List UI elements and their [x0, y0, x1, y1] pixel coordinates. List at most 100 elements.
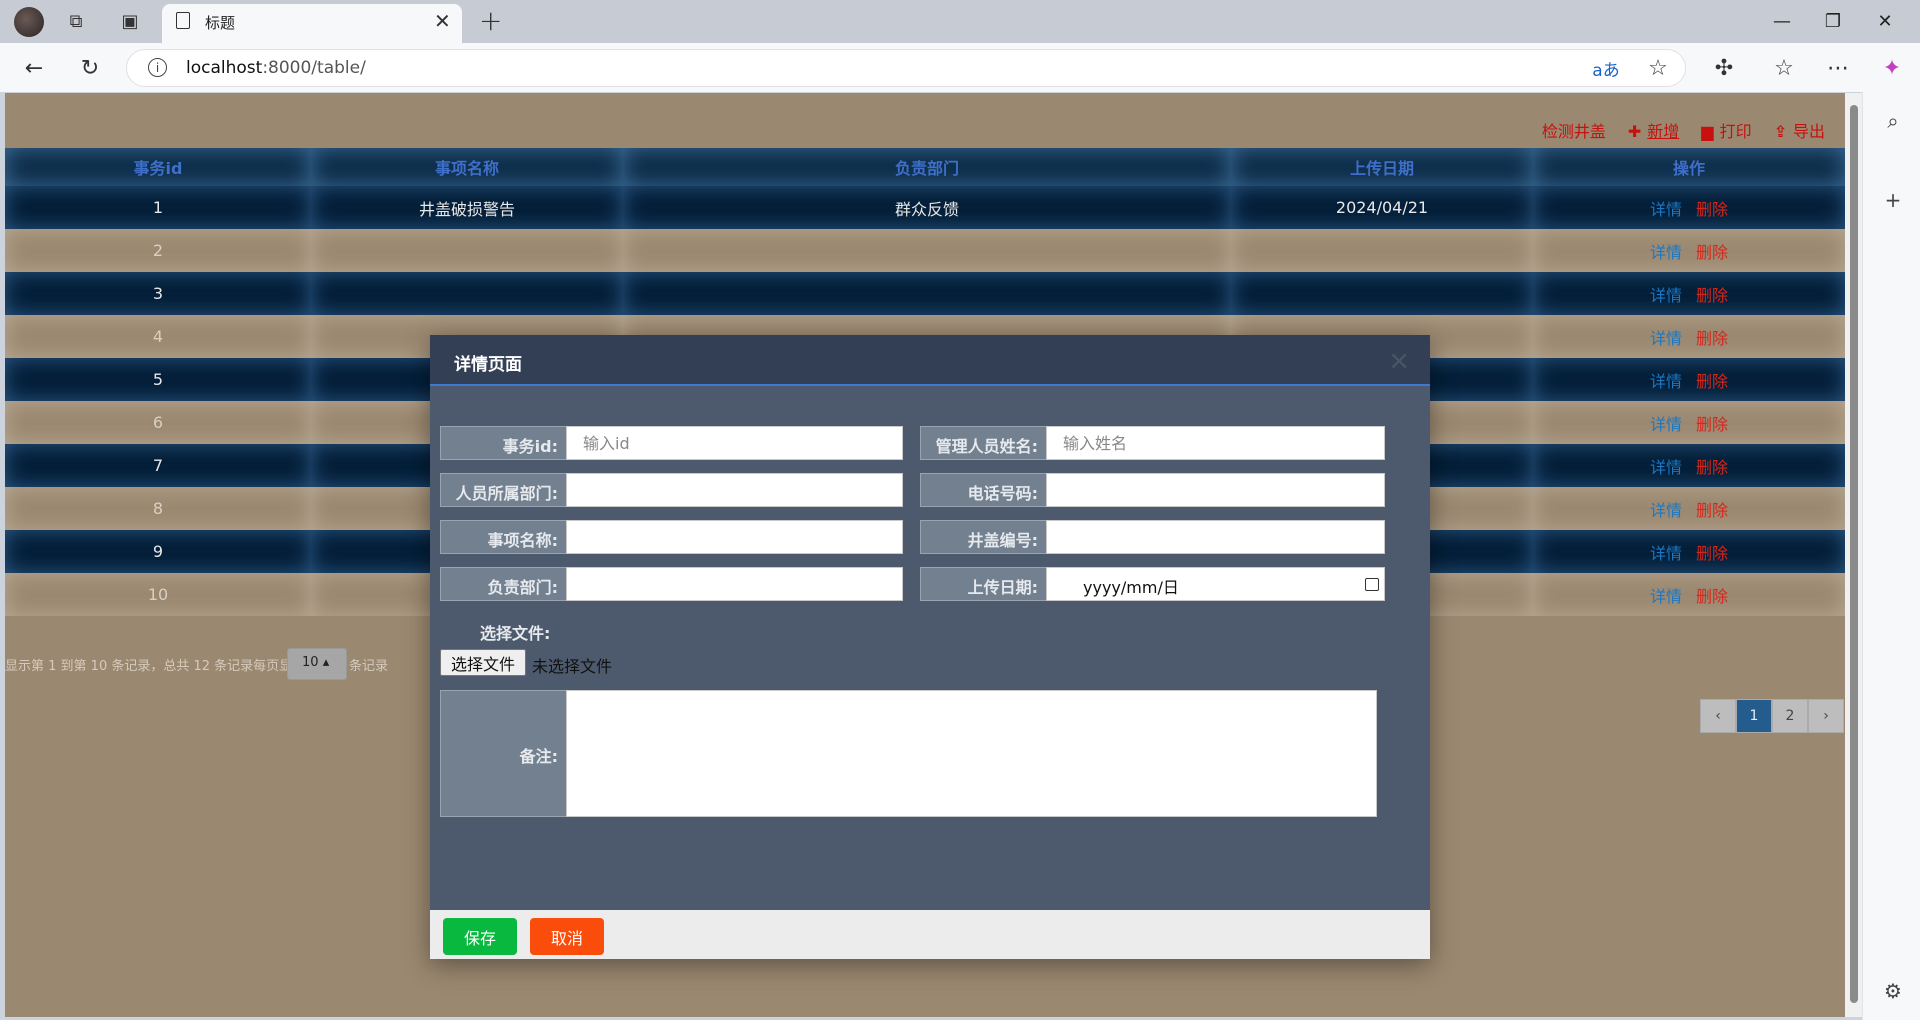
favorite-star-icon[interactable]: ☆	[1644, 54, 1672, 82]
favorites-icon[interactable]: ☆	[1770, 54, 1798, 82]
detail-link[interactable]: 详情	[1650, 501, 1682, 520]
cell-id: 8	[5, 487, 311, 530]
staff-dept-label: 人员所属部门:	[440, 473, 567, 507]
page-size-select[interactable]: 10 ▴	[287, 648, 347, 680]
no-file-text: 未选择文件	[532, 657, 613, 676]
window-close-icon[interactable]: ✕	[1860, 6, 1910, 36]
collections-icon[interactable]: ⧉	[64, 9, 88, 33]
col-header-id[interactable]: 事务id	[5, 148, 311, 186]
tab-actions-icon[interactable]: ▣	[118, 9, 142, 33]
cancel-button[interactable]: 取消	[530, 918, 604, 955]
export-button[interactable]: ⇪ 导出	[1774, 118, 1825, 142]
table-row: 1 井盖破损警告 群众反馈 2024/04/21 详情 删除	[5, 186, 1845, 229]
export-icon: ⇪	[1773, 122, 1787, 141]
manager-name-label: 管理人员姓名:	[920, 426, 1047, 460]
delete-link[interactable]: 删除	[1696, 200, 1728, 219]
col-header-date[interactable]: 上传日期	[1231, 148, 1533, 186]
staff-dept-input[interactable]	[566, 473, 903, 507]
page-button-2[interactable]: 2	[1772, 699, 1808, 733]
refresh-icon[interactable]: ↻	[76, 54, 104, 82]
dept-input[interactable]	[566, 567, 903, 601]
table-row: 3 详情 删除	[5, 272, 1845, 315]
extensions-icon[interactable]: ✣	[1710, 54, 1738, 82]
more-menu-icon[interactable]: ⋯	[1824, 54, 1852, 82]
cell-ops: 详情 删除	[1533, 487, 1845, 530]
tab-close-icon[interactable]: ✕	[434, 9, 451, 33]
detail-link[interactable]: 详情	[1650, 544, 1682, 563]
add-sidebar-icon[interactable]: +	[1880, 187, 1906, 213]
cell-dept: 群众反馈	[623, 186, 1231, 229]
cell-id: 4	[5, 315, 311, 358]
url-text[interactable]: localhost:8000/table/	[186, 58, 366, 78]
next-page-button[interactable]: ›	[1808, 699, 1844, 733]
cell-name: 井盖破损警告	[311, 186, 623, 229]
phone-input[interactable]	[1046, 473, 1385, 507]
save-button[interactable]: 保存	[443, 918, 517, 955]
tab-title: 标题	[205, 14, 236, 32]
cell-ops: 详情 删除	[1533, 272, 1845, 315]
cell-id: 1	[5, 186, 311, 229]
profile-avatar[interactable]	[14, 7, 44, 37]
scrollbar-thumb[interactable]	[1850, 105, 1858, 1003]
delete-link[interactable]: 删除	[1696, 501, 1728, 520]
cell-dept	[623, 272, 1231, 315]
delete-link[interactable]: 删除	[1696, 458, 1728, 477]
detail-link[interactable]: 详情	[1650, 286, 1682, 305]
cell-ops: 详情 删除	[1533, 444, 1845, 487]
cell-id: 2	[5, 229, 311, 272]
cell-ops: 详情 删除	[1533, 229, 1845, 272]
id-input[interactable]	[566, 426, 903, 460]
modal-title: 详情页面	[454, 355, 522, 375]
item-name-input[interactable]	[566, 520, 903, 554]
top-actions: 检测井盖 ✚ 新增 ▆ 打印 ⇪ 导出	[1542, 118, 1825, 142]
col-header-dept[interactable]: 负责部门	[623, 148, 1231, 186]
modal-close-icon[interactable]: ×	[1388, 346, 1410, 376]
pagination: ‹ 1 2 ›	[1700, 699, 1844, 733]
col-header-name[interactable]: 事项名称	[311, 148, 623, 186]
delete-link[interactable]: 删除	[1696, 544, 1728, 563]
manager-name-input[interactable]	[1046, 426, 1385, 460]
delete-link[interactable]: 删除	[1696, 372, 1728, 391]
read-aloud-icon[interactable]: aあ	[1592, 54, 1620, 82]
detail-link[interactable]: 详情	[1650, 243, 1682, 262]
dept-label: 负责部门:	[440, 567, 567, 601]
prev-page-button[interactable]: ‹	[1700, 699, 1736, 733]
site-info-icon[interactable]: i	[148, 58, 167, 77]
new-tab-icon[interactable]: +	[479, 4, 502, 37]
cover-number-input[interactable]	[1046, 520, 1385, 554]
note-textarea[interactable]	[566, 690, 1377, 817]
detail-link[interactable]: 详情	[1650, 200, 1682, 219]
copilot-icon[interactable]: ✦	[1878, 54, 1906, 82]
cell-name	[311, 229, 623, 272]
detail-link[interactable]: 详情	[1650, 458, 1682, 477]
print-button[interactable]: ▆ 打印	[1701, 118, 1751, 142]
table-row: 2 详情 删除	[5, 229, 1845, 272]
delete-link[interactable]: 删除	[1696, 415, 1728, 434]
cell-ops: 详情 删除	[1533, 573, 1845, 616]
add-button[interactable]: ✚ 新增	[1628, 118, 1679, 142]
back-icon[interactable]: ←	[20, 54, 48, 82]
delete-link[interactable]: 删除	[1696, 286, 1728, 305]
page-icon	[176, 12, 190, 29]
detail-link[interactable]: 详情	[1650, 587, 1682, 606]
detail-link[interactable]: 详情	[1650, 329, 1682, 348]
calendar-icon[interactable]	[1365, 578, 1379, 591]
col-header-ops: 操作	[1533, 148, 1845, 186]
date-placeholder: yyyy/mm/日	[1083, 578, 1179, 597]
minimize-icon[interactable]: —	[1757, 6, 1807, 36]
settings-gear-icon[interactable]: ⚙	[1880, 978, 1906, 1004]
item-name-label: 事项名称:	[440, 520, 567, 554]
choose-file-button[interactable]: 选择文件	[440, 649, 526, 676]
cell-ops: 详情 删除	[1533, 358, 1845, 401]
cell-id: 7	[5, 444, 311, 487]
cell-name	[311, 272, 623, 315]
detail-link[interactable]: 详情	[1650, 372, 1682, 391]
delete-link[interactable]: 删除	[1696, 587, 1728, 606]
restore-icon[interactable]: ❐	[1808, 6, 1858, 36]
detail-link[interactable]: 详情	[1650, 415, 1682, 434]
detect-button[interactable]: 检测井盖	[1542, 118, 1606, 142]
search-icon[interactable]: ⌕	[1880, 108, 1906, 134]
page-button-1[interactable]: 1	[1736, 699, 1772, 733]
delete-link[interactable]: 删除	[1696, 243, 1728, 262]
delete-link[interactable]: 删除	[1696, 329, 1728, 348]
